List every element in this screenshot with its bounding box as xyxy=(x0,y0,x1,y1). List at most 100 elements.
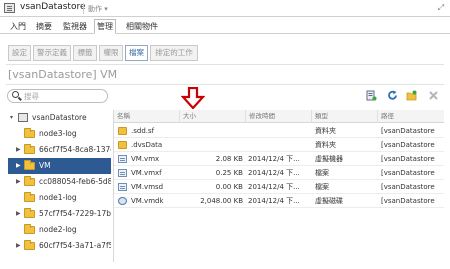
subtab-settings[interactable]: 設定 xyxy=(8,45,31,61)
tree-item-root[interactable]: ▾ vsanDatastore xyxy=(8,110,111,126)
tab-manage[interactable]: 管理 xyxy=(94,19,116,34)
column-header-modified[interactable]: 修改時間 xyxy=(246,110,312,123)
file-icon xyxy=(118,155,127,163)
tree-item[interactable]: ▶ 57cf7f54-7229-17b xyxy=(8,206,111,222)
cell-size: 2.08 KB xyxy=(215,155,243,163)
datastore-add-icon[interactable] xyxy=(366,90,377,101)
tree-item-label: node2-log xyxy=(39,225,77,234)
tree-item-label: cc088054-feb6-5d8a xyxy=(39,177,111,186)
folder-icon xyxy=(24,224,35,234)
tree-item[interactable]: node3-log xyxy=(8,126,111,142)
cell-modified xyxy=(248,124,312,138)
cell-type: 檔案 xyxy=(315,169,329,177)
folder-icon xyxy=(24,128,35,138)
cell-name: .dvsData xyxy=(131,141,163,149)
table-row[interactable]: VM.vmsd 0.00 KB 2014/12/4 下... 檔案 [vsanD… xyxy=(114,180,444,194)
folder-icon xyxy=(24,176,35,186)
column-header-size[interactable]: 大小 xyxy=(180,110,246,123)
cell-modified xyxy=(248,138,312,152)
cell-path: [vsanDatastore xyxy=(381,197,435,205)
cell-type: 資料夾 xyxy=(315,127,336,135)
folder-icon xyxy=(24,192,35,202)
divider xyxy=(83,3,84,14)
cell-modified: 2014/12/4 下... xyxy=(248,155,300,163)
folder-icon xyxy=(24,240,35,250)
cell-modified: 2014/12/4 下... xyxy=(248,197,300,205)
tree-item-label: 60cf7f54-3a71-a7f5 xyxy=(39,241,111,250)
file-table: 名稱 大小 修改時間 類型 路徑 .sdd.sf 資料夾 [vsanDatast… xyxy=(113,110,444,262)
collapsed-caret-icon[interactable]: ▶ xyxy=(16,206,21,222)
datastore-icon xyxy=(18,113,28,122)
column-header-name[interactable]: 名稱 xyxy=(114,110,180,123)
tree-item-label: vsanDatastore xyxy=(32,113,87,122)
tree-item[interactable]: node1-log xyxy=(8,190,111,206)
cell-name: VM.vmsd xyxy=(131,183,164,191)
search-field[interactable]: 搜尋 xyxy=(7,89,108,103)
cell-modified: 2014/12/4 下... xyxy=(248,183,300,191)
cell-path: [vsanDatastore xyxy=(381,183,435,191)
subtab-tags[interactable]: 標籤 xyxy=(73,45,97,61)
folder-tree: ▾ vsanDatastore node3-log ▶ 66cf7f54-8ca… xyxy=(8,110,111,262)
tree-item-label: 66cf7f54-8ca8-137c xyxy=(39,145,111,154)
file-icon xyxy=(118,169,127,177)
cell-size: 2,048.00 KB xyxy=(200,197,243,205)
folder-icon xyxy=(24,208,35,218)
tree-item-label: node1-log xyxy=(39,193,77,202)
down-arrow-icon xyxy=(181,87,205,109)
table-row[interactable]: .sdd.sf 資料夾 [vsanDatastore xyxy=(114,124,444,138)
tree-item[interactable]: ▶ cc088054-feb6-5d8a xyxy=(8,174,111,190)
refresh-icon[interactable] xyxy=(387,90,398,101)
page-title: [vsanDatastore] VM xyxy=(8,68,118,81)
folder-icon xyxy=(24,160,35,170)
cell-size: 0.00 KB xyxy=(215,183,243,191)
expand-caret-icon[interactable]: ▾ xyxy=(10,110,13,126)
column-header-type[interactable]: 類型 xyxy=(312,110,378,123)
subtab-alarm-definitions[interactable]: 警示定義 xyxy=(33,45,71,61)
subtab-files[interactable]: 檔案 xyxy=(125,45,148,61)
tab-getting-started[interactable]: 入門 xyxy=(8,20,28,34)
cell-type: 檔案 xyxy=(315,183,329,191)
cell-name: .sdd.sf xyxy=(131,127,155,135)
collapsed-caret-icon[interactable]: ▶ xyxy=(16,158,21,174)
file-icon xyxy=(118,183,127,191)
folder-icon xyxy=(118,127,127,135)
collapsed-caret-icon[interactable]: ▶ xyxy=(16,174,21,190)
cell-type: 虛擬機器 xyxy=(315,155,343,163)
divider xyxy=(6,84,444,85)
subtab-permissions[interactable]: 權限 xyxy=(99,45,123,61)
expand-icon[interactable]: ⤢ xyxy=(436,3,446,13)
cell-name: VM.vmxf xyxy=(131,169,162,177)
cell-type: 資料夾 xyxy=(315,141,336,149)
collapsed-caret-icon[interactable]: ▶ xyxy=(16,142,21,158)
tab-summary[interactable]: 摘要 xyxy=(34,20,54,34)
new-folder-icon[interactable] xyxy=(406,90,417,101)
cell-path: [vsanDatastore xyxy=(381,169,435,177)
divider xyxy=(6,64,444,65)
actions-menu[interactable]: 動作 ▾ xyxy=(88,4,108,14)
tree-item[interactable]: node2-log xyxy=(8,222,111,238)
cell-size xyxy=(180,138,243,152)
table-row[interactable]: VM.vmxf 0.25 KB 2014/12/4 下... 檔案 [vsanD… xyxy=(114,166,444,180)
tab-monitor[interactable]: 監視器 xyxy=(61,20,89,34)
table-row[interactable]: VM.vmdk 2,048.00 KB 2014/12/4 下... 虛擬磁碟 … xyxy=(114,194,444,208)
cell-path: [vsanDatastore xyxy=(381,141,435,149)
cell-type: 虛擬磁碟 xyxy=(315,197,343,205)
column-header-path[interactable]: 路徑 xyxy=(378,110,444,123)
table-row[interactable]: .dvsData 資料夾 [vsanDatastore xyxy=(114,138,444,152)
cell-size xyxy=(180,124,243,138)
close-icon[interactable] xyxy=(428,90,439,101)
disk-icon xyxy=(118,197,127,205)
tree-item-selected[interactable]: ▶ VM xyxy=(8,158,111,174)
tab-bar: 入門 摘要 監視器 管理 相關物件 xyxy=(0,18,450,34)
collapsed-caret-icon[interactable]: ▶ xyxy=(16,238,21,254)
tab-related-objects[interactable]: 相關物件 xyxy=(124,20,160,34)
search-icon xyxy=(12,91,19,98)
tree-item-label: node3-log xyxy=(39,129,77,138)
tree-item[interactable]: ▶ 66cf7f54-8ca8-137c xyxy=(8,142,111,158)
object-title: vsanDatastore xyxy=(20,2,86,12)
table-row[interactable]: VM.vmx 2.08 KB 2014/12/4 下... 虛擬機器 [vsan… xyxy=(114,152,444,166)
tree-item-label: 57cf7f54-7229-17b xyxy=(39,209,111,218)
subtab-scheduled-tasks[interactable]: 排定的工作 xyxy=(150,45,198,61)
tree-item[interactable]: ▶ 60cf7f54-3a71-a7f5 xyxy=(8,238,111,254)
cell-name: VM.vmdk xyxy=(131,197,164,205)
